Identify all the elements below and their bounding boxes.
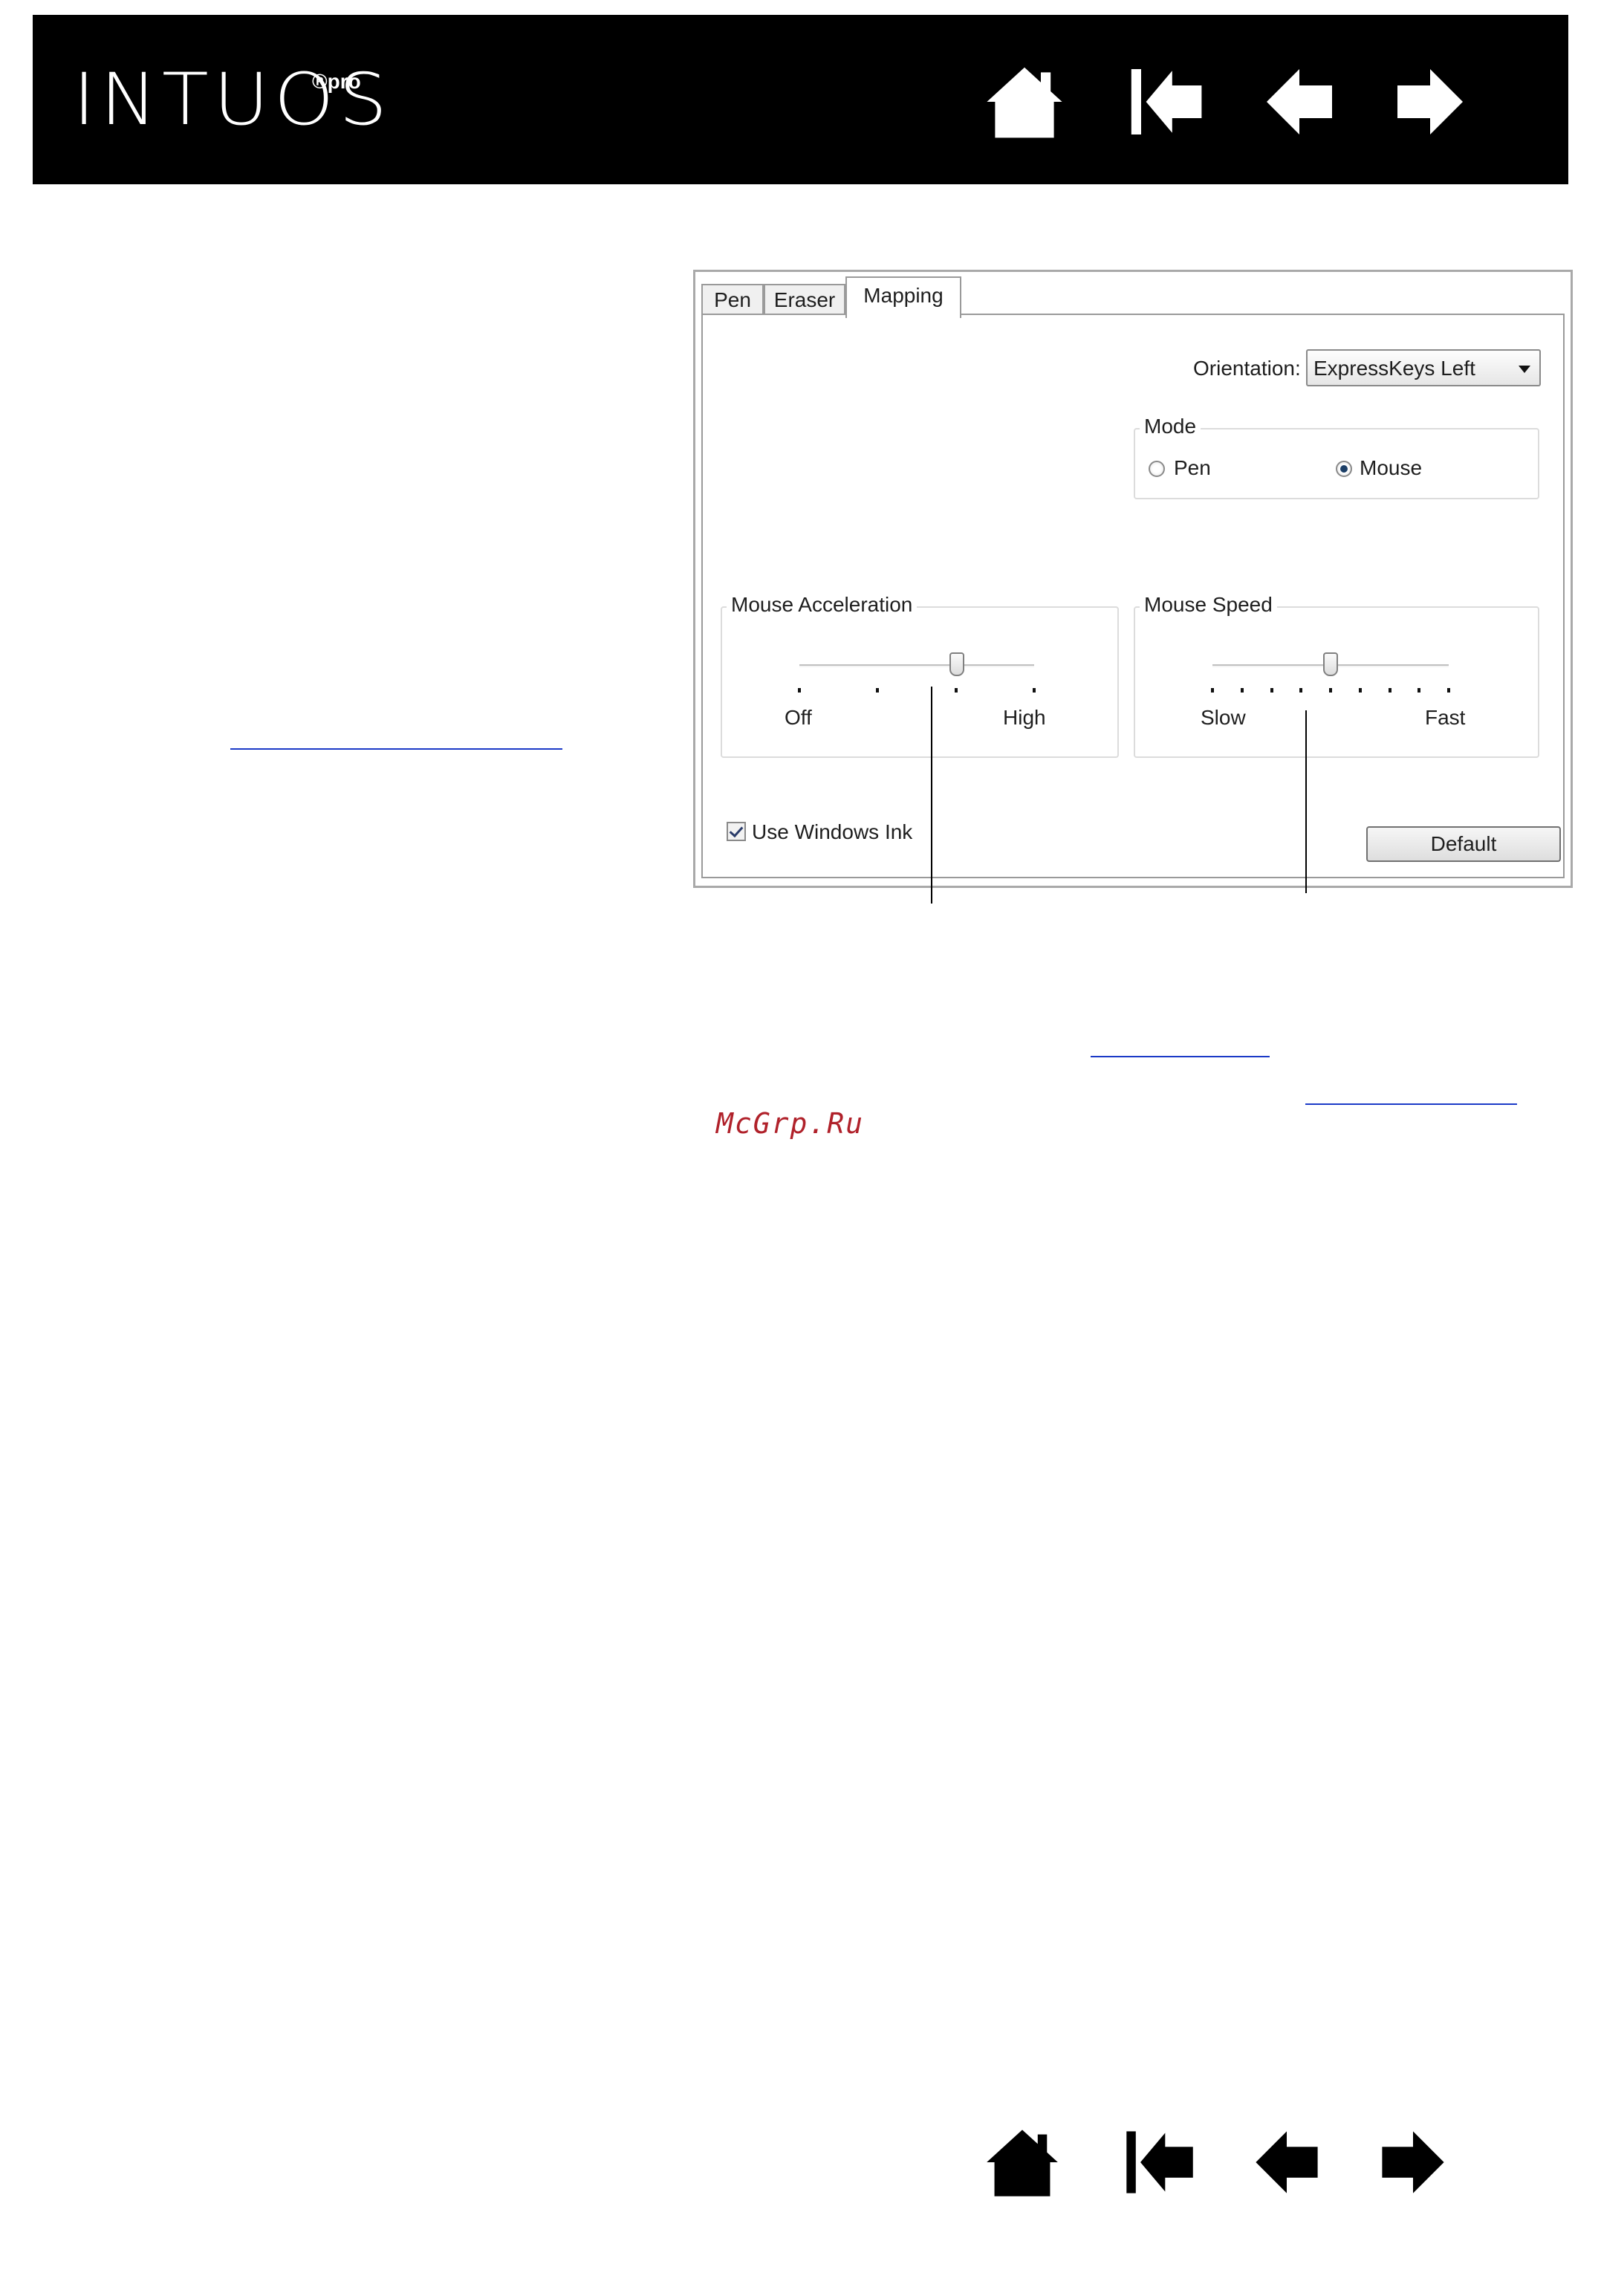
- previous-page-icon[interactable]: [1248, 2124, 1325, 2201]
- slider-tick: [1329, 688, 1332, 693]
- next-page-icon[interactable]: [1374, 2124, 1452, 2201]
- mode-mouse-label: Mouse: [1360, 456, 1423, 479]
- speed-min-label: Slow: [1201, 706, 1246, 729]
- default-button[interactable]: Default: [1366, 826, 1561, 862]
- orientation-value: ExpressKeys Left: [1313, 357, 1475, 380]
- slider-tick: [954, 688, 958, 693]
- orientation-select[interactable]: ExpressKeys Left: [1306, 349, 1541, 386]
- mapping-panel: Orientation: ExpressKeys Left Mode Pen M…: [701, 314, 1565, 878]
- use-windows-ink-checkbox[interactable]: [727, 822, 746, 841]
- first-page-icon[interactable]: [1125, 61, 1207, 143]
- mouse-acceleration-slider[interactable]: [949, 652, 964, 676]
- home-icon[interactable]: [984, 2124, 1061, 2201]
- mouse-speed-title: Mouse Speed: [1140, 593, 1277, 617]
- link-underline[interactable]: [230, 748, 562, 750]
- watermark-text: McGrp.Ru: [716, 1107, 865, 1140]
- previous-page-icon[interactable]: [1259, 61, 1340, 143]
- slider-tick: [1240, 688, 1244, 693]
- first-page-icon[interactable]: [1120, 2124, 1198, 2201]
- acceleration-max-label: High: [1003, 706, 1046, 729]
- slider-tick: [798, 688, 801, 693]
- mode-pen-radio[interactable]: [1149, 461, 1165, 477]
- mode-mouse-radio[interactable]: [1336, 461, 1352, 477]
- acceleration-min-label: Off: [785, 706, 812, 729]
- slider-tick: [1270, 688, 1273, 693]
- slider-tick: [1447, 688, 1450, 693]
- mouse-speed-slider[interactable]: [1323, 652, 1338, 676]
- tab-pen[interactable]: Pen: [701, 284, 764, 317]
- mode-group: Mode Pen Mouse: [1134, 415, 1539, 499]
- next-page-icon[interactable]: [1389, 61, 1471, 143]
- chevron-down-icon: [1519, 366, 1530, 373]
- header-bar: INTUOS ®pro: [33, 15, 1568, 184]
- home-icon[interactable]: [984, 61, 1065, 143]
- mode-pen-label: Pen: [1174, 456, 1211, 479]
- slider-tick: [1299, 688, 1303, 693]
- acceleration-callout-line: [931, 687, 932, 904]
- mouse-acceleration-group: Mouse Acceleration Off High: [721, 593, 1119, 758]
- slider-tick: [1358, 688, 1362, 693]
- speed-callout-line: [1305, 710, 1307, 893]
- orientation-label: Orientation:: [1193, 357, 1301, 380]
- speed-max-label: Fast: [1425, 706, 1466, 729]
- link-underline[interactable]: [1091, 1056, 1270, 1057]
- tab-mapping[interactable]: Mapping: [845, 276, 961, 318]
- slider-tick: [1211, 688, 1214, 693]
- slider-tick: [1033, 688, 1036, 693]
- mouse-acceleration-track: [799, 664, 1034, 667]
- mode-title: Mode: [1140, 415, 1201, 438]
- link-underline[interactable]: [1305, 1103, 1517, 1105]
- mouse-acceleration-title: Mouse Acceleration: [727, 593, 918, 617]
- mouse-speed-group: Mouse Speed Slow Fast: [1134, 593, 1539, 758]
- slider-tick: [1388, 688, 1391, 693]
- slider-tick: [876, 688, 880, 693]
- slider-tick: [1417, 688, 1421, 693]
- tab-eraser[interactable]: Eraser: [764, 284, 845, 317]
- logo-superscript: ®pro: [312, 70, 361, 93]
- tablet-properties-dialog: Pen Eraser Mapping Orientation: ExpressK…: [693, 270, 1573, 888]
- use-windows-ink-label: Use Windows Ink: [752, 820, 913, 843]
